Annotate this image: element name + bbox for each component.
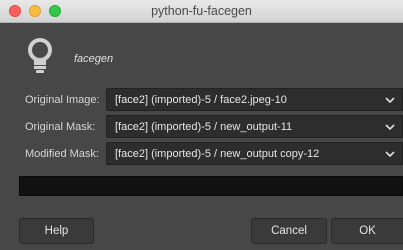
modified-mask-value: [face2] (imported)-5 / new_output copy-1… [115, 148, 320, 160]
chevron-down-icon [385, 124, 395, 131]
modified-mask-select[interactable]: [face2] (imported)-5 / new_output copy-1… [106, 142, 403, 165]
original-mask-label: Original Mask: [25, 121, 96, 133]
original-image-value: [face2] (imported)-5 / face2.jpeg-10 [115, 94, 287, 106]
chevron-down-icon [385, 151, 395, 158]
help-button[interactable]: Help [19, 218, 94, 244]
cancel-button[interactable]: Cancel [251, 218, 327, 244]
window-title: python-fu-facegen [151, 4, 252, 18]
original-image-label: Original Image: [25, 94, 100, 106]
original-image-select[interactable]: [face2] (imported)-5 / face2.jpeg-10 [106, 88, 403, 111]
original-mask-value: [face2] (imported)-5 / new_output-11 [115, 121, 293, 133]
original-mask-select[interactable]: [face2] (imported)-5 / new_output-11 [106, 115, 403, 138]
dialog-content: facegen Original Image: [face2] (importe… [0, 23, 403, 250]
plugin-name: facegen [74, 53, 114, 65]
chevron-down-icon [385, 97, 395, 104]
modified-mask-label: Modified Mask: [25, 148, 99, 160]
title-bar[interactable]: python-fu-facegen [0, 0, 403, 23]
progress-bar [19, 176, 403, 196]
lightbulb-icon [28, 38, 52, 73]
dialog-window: python-fu-facegen facegen Original Image… [0, 0, 403, 250]
ok-button[interactable]: OK [331, 218, 403, 244]
